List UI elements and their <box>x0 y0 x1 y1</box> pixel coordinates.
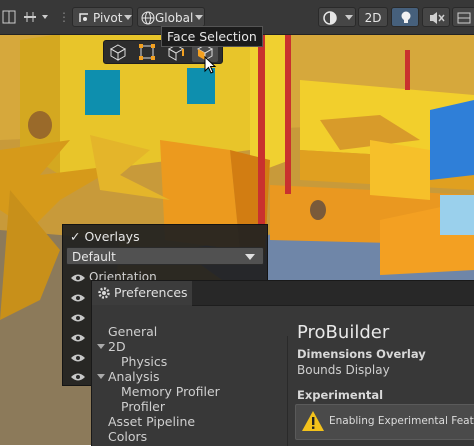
tree-item-label: 2D <box>108 339 126 354</box>
snap-settings-button[interactable] <box>22 7 54 27</box>
tree-item-profiler[interactable]: Profiler <box>121 399 165 414</box>
tree-item-analysis[interactable]: Analysis <box>108 369 160 384</box>
audio-toggle[interactable] <box>422 7 450 27</box>
preferences-tab-label: Preferences <box>114 285 188 300</box>
warning-icon <box>302 411 324 431</box>
lighting-toggle[interactable] <box>391 7 419 27</box>
preferences-window: Preferences General 2D Physics Analysis … <box>91 280 474 446</box>
object-selection-button[interactable] <box>105 42 131 62</box>
gear-icon <box>98 287 110 299</box>
eye-icon[interactable] <box>70 272 86 284</box>
draw-mode-dropdown[interactable] <box>318 7 356 27</box>
speaker-muted-icon <box>430 12 445 24</box>
tree-item-asset-pipeline[interactable]: Asset Pipeline <box>108 414 195 429</box>
global-dropdown[interactable]: Global <box>137 7 205 27</box>
tree-item-label: Physics <box>121 354 168 369</box>
globe-icon <box>141 11 155 25</box>
face-selection-tooltip: Face Selection <box>161 26 263 47</box>
overlay-preset-dropdown[interactable]: Default <box>66 247 264 265</box>
tree-item-label: Memory Profiler <box>121 384 220 399</box>
effects-dropdown[interactable] <box>452 7 474 27</box>
tree-item-label: Profiler <box>121 399 166 414</box>
overlays-title: Overlays <box>84 229 140 244</box>
tree-item-physics[interactable]: Physics <box>121 354 167 369</box>
light-bulb-icon <box>401 11 411 23</box>
tree-item-label: Analysis <box>108 369 160 384</box>
eye-icon[interactable] <box>70 371 86 383</box>
preferences-tab-bar <box>192 281 474 306</box>
tree-item-colors[interactable]: Colors <box>108 429 147 444</box>
preferences-content: General 2D Physics Analysis Memory Profi… <box>92 306 474 446</box>
snap-grid-icon <box>24 12 48 22</box>
overlays-toggle[interactable]: ✓ Overlays <box>70 229 140 244</box>
checkmark-icon: ✓ <box>70 229 81 244</box>
pivot-dropdown[interactable]: Pivot <box>72 7 133 27</box>
preferences-tab[interactable]: Preferences <box>92 281 193 305</box>
mouse-cursor-icon <box>204 56 217 74</box>
overlay-preset-value: Default <box>72 250 116 264</box>
experimental-warning-box: Enabling Experimental Features <box>295 404 474 440</box>
experimental-warning-text: Enabling Experimental Features <box>329 415 474 427</box>
dimensions-overlay-heading: Dimensions Overlay <box>297 347 426 361</box>
bounds-display-label: Bounds Display <box>297 363 390 377</box>
eye-icon[interactable] <box>70 292 86 304</box>
experimental-heading: Experimental <box>297 388 384 402</box>
tree-item-memory-profiler[interactable]: Memory Profiler <box>121 384 220 399</box>
tree-item-2d[interactable]: 2D <box>108 339 126 354</box>
toggle-2d-button[interactable]: 2D <box>358 7 388 27</box>
global-label: Global <box>155 11 194 25</box>
pivot-label: Pivot <box>93 11 123 25</box>
chevron-down-icon <box>245 254 255 260</box>
expand-arrow-icon[interactable] <box>97 374 105 379</box>
tree-item-label: Asset Pipeline <box>108 414 196 429</box>
chevron-down-icon <box>195 15 203 20</box>
chevron-down-icon <box>124 15 132 20</box>
object-selection-icon <box>109 44 127 61</box>
vertex-selection-button[interactable] <box>134 42 160 62</box>
eye-icon[interactable] <box>70 312 86 324</box>
effects-icon <box>457 12 471 24</box>
eye-icon[interactable] <box>70 352 86 364</box>
shading-mode-icon <box>323 11 337 25</box>
chevron-down-icon <box>345 15 353 20</box>
vertex-selection-icon <box>139 44 155 60</box>
expand-arrow-icon[interactable] <box>97 344 105 349</box>
tree-item-label: Colors <box>108 429 148 444</box>
tree-item-label: General <box>108 324 158 339</box>
pivot-icon <box>79 13 88 22</box>
tool-handle-button[interactable] <box>0 7 18 27</box>
panel-divider[interactable] <box>287 336 288 446</box>
section-title: ProBuilder <box>297 322 390 343</box>
mode-2d-label: 2D <box>364 11 382 25</box>
eye-icon[interactable] <box>70 332 86 344</box>
tree-item-general[interactable]: General <box>108 324 157 339</box>
grid-icon <box>2 10 16 24</box>
toolbar-separator: ⋮ <box>58 10 70 24</box>
